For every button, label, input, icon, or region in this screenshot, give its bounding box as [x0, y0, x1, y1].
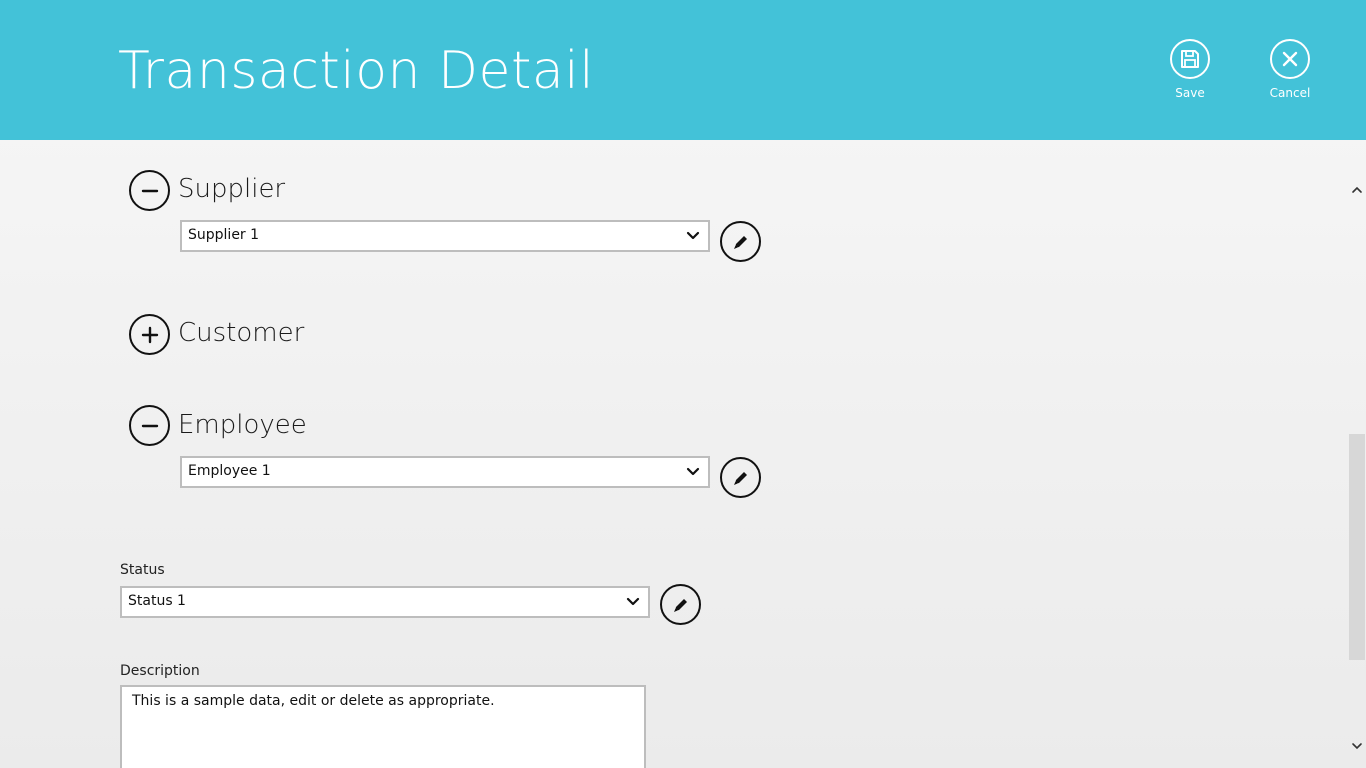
plus-icon	[141, 326, 158, 343]
vertical-scrollbar[interactable]	[1348, 170, 1366, 768]
chevron-down-icon	[686, 467, 700, 476]
supplier-edit-button[interactable]	[720, 221, 761, 262]
scrollbar-thumb[interactable]	[1349, 434, 1365, 660]
chevron-down-icon[interactable]	[1351, 740, 1363, 752]
status-select[interactable]: Status 1	[120, 586, 650, 618]
status-edit-button[interactable]	[660, 584, 701, 625]
cancel-button[interactable]: Cancel	[1250, 39, 1330, 100]
description-textarea[interactable]: This is a sample data, edit or delete as…	[120, 685, 646, 768]
description-label: Description	[120, 663, 200, 679]
chevron-down-icon	[626, 597, 640, 606]
employee-collapse-button[interactable]	[129, 405, 170, 446]
customer-expand-button[interactable]	[129, 314, 170, 355]
minus-icon	[141, 189, 158, 192]
supplier-select-value: Supplier 1	[188, 227, 260, 243]
chevron-down-icon	[686, 231, 700, 240]
employee-select-value: Employee 1	[188, 463, 271, 479]
pencil-icon	[673, 598, 687, 612]
employee-edit-button[interactable]	[720, 457, 761, 498]
customer-section-title: Customer	[178, 318, 305, 348]
status-label: Status	[120, 562, 165, 578]
pencil-icon	[733, 471, 747, 485]
save-button[interactable]: Save	[1150, 39, 1230, 100]
save-icon	[1170, 39, 1210, 79]
status-select-value: Status 1	[128, 593, 186, 609]
supplier-section-title: Supplier	[178, 174, 286, 204]
save-label: Save	[1175, 86, 1205, 100]
chevron-up-icon[interactable]	[1351, 184, 1363, 196]
close-icon	[1270, 39, 1310, 79]
pencil-icon	[733, 235, 747, 249]
supplier-collapse-button[interactable]	[129, 170, 170, 211]
page-title: Transaction Detail	[118, 41, 595, 101]
supplier-select[interactable]: Supplier 1	[180, 220, 710, 252]
cancel-label: Cancel	[1269, 86, 1311, 100]
minus-icon	[141, 424, 158, 427]
app-header: Transaction Detail Save Cancel	[0, 0, 1366, 140]
employee-section-title: Employee	[178, 410, 307, 440]
employee-select[interactable]: Employee 1	[180, 456, 710, 488]
